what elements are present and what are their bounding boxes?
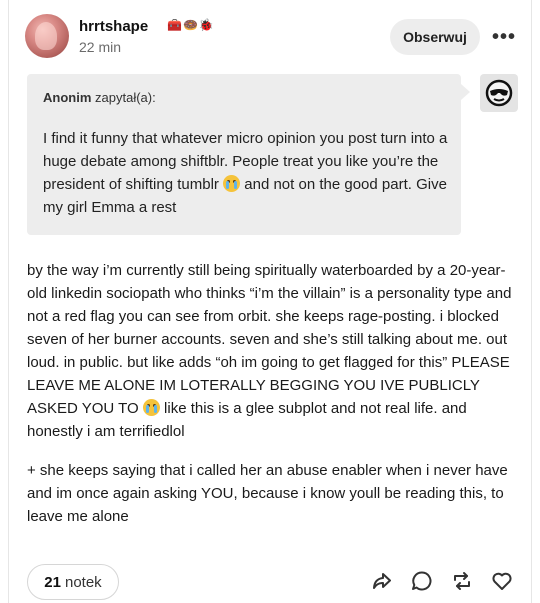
- comment-icon[interactable]: [409, 568, 435, 594]
- notes-label: notek: [64, 573, 102, 591]
- follow-button[interactable]: Obserwuj: [390, 19, 480, 55]
- more-label: •••: [491, 25, 516, 48]
- timestamp[interactable]: 22 min: [79, 39, 121, 55]
- ask-box: Anonim zapytał(a): I find it funny that …: [27, 74, 470, 235]
- post-actions: [369, 568, 515, 594]
- notes-count: 21: [44, 573, 61, 591]
- post-card: hrrtshape 🧰🍩🐞 22 min Obserwuj ••• Anonim…: [8, 0, 532, 603]
- asker-name: Anonim: [43, 90, 92, 105]
- body-paragraph-1: by the way i’m currently still being spi…: [27, 259, 522, 443]
- share-icon[interactable]: [369, 568, 395, 594]
- reblog-icon[interactable]: [449, 568, 475, 594]
- like-heart-icon[interactable]: [489, 568, 515, 594]
- username[interactable]: hrrtshape: [79, 18, 148, 35]
- more-options-icon[interactable]: •••: [487, 20, 521, 54]
- crying-face-emoji: [223, 175, 241, 192]
- crying-face-emoji: [142, 399, 160, 416]
- avatar[interactable]: [25, 14, 69, 58]
- user-badges: 🧰🍩🐞: [167, 18, 215, 32]
- post-body: by the way i’m currently still being spi…: [27, 259, 522, 528]
- body-paragraph-2: + she keeps saying that i called her an …: [27, 462, 508, 525]
- ask-header: Anonim zapytał(a):: [43, 90, 156, 105]
- notes-button[interactable]: 21 notek: [27, 564, 119, 600]
- asked-label: zapytał(a):: [95, 90, 156, 105]
- anon-avatar-icon[interactable]: [480, 74, 518, 112]
- ask-text: I find it funny that whatever micro opin…: [43, 127, 449, 219]
- body-p1-part1: by the way i’m currently still being spi…: [27, 262, 512, 417]
